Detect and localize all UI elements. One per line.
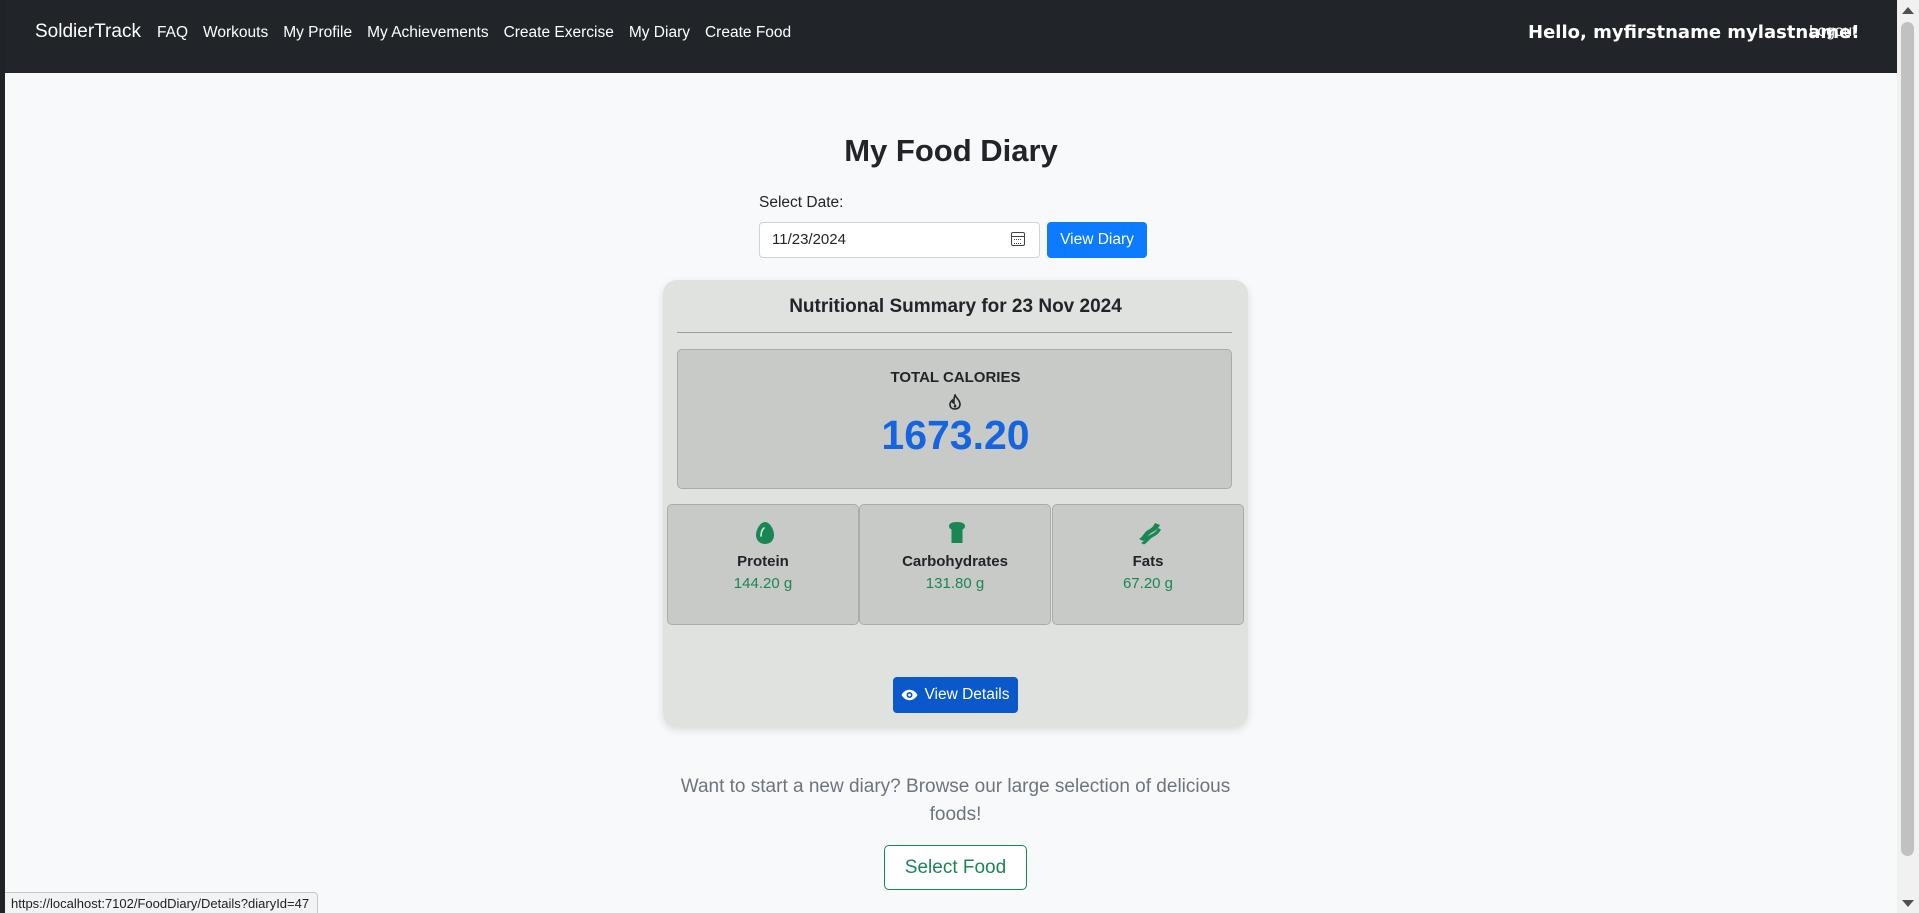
nav-links: FAQ Workouts My Profile My Achievements … — [157, 24, 806, 42]
macro-value: 131.80 g — [925, 575, 985, 592]
macro-name: Fats — [1132, 553, 1164, 570]
macro-value: 67.20 g — [1122, 575, 1174, 592]
macro-carbohydrates: Carbohydrates 131.80 g — [859, 504, 1051, 625]
navbar: SoldierTrack FAQ Workouts My Profile My … — [5, 0, 1897, 73]
macro-name: Protein — [737, 553, 789, 570]
select-food-button[interactable]: Select Food — [884, 845, 1027, 890]
fire-icon — [949, 394, 961, 410]
macro-protein: Protein 144.20 g — [667, 504, 859, 625]
view-details-button[interactable]: View Details — [893, 677, 1018, 713]
eye-icon — [901, 689, 918, 701]
divider — [677, 332, 1232, 333]
date-label: Select Date: — [759, 194, 844, 211]
summary-title: Nutritional Summary for 23 Nov 2024 — [789, 296, 1122, 317]
macro-fats: Fats 67.20 g — [1052, 504, 1244, 625]
logout-link[interactable]: Logout — [1809, 23, 1856, 41]
view-diary-button[interactable]: View Diary — [1047, 222, 1147, 258]
nav-link-workouts[interactable]: Workouts — [203, 24, 268, 42]
bacon-icon — [1139, 523, 1161, 545]
date-input[interactable]: 11/23/2024 — [759, 222, 1040, 258]
status-bar-url: https://localhost:7102/FoodDiary/Details… — [5, 892, 319, 913]
page-title: My Food Diary — [844, 133, 1058, 168]
nav-link-create-food[interactable]: Create Food — [705, 24, 791, 42]
macro-value: 144.20 g — [733, 575, 793, 592]
total-calories-label: TOTAL CALORIES — [890, 369, 1021, 386]
view-details-label: View Details — [924, 686, 1010, 703]
total-calories-box: TOTAL CALORIES 1673.20 — [677, 349, 1232, 489]
macro-name: Carbohydrates — [902, 553, 1008, 570]
brand-logo-link[interactable]: SoldierTrack — [35, 21, 141, 43]
bread-icon — [949, 522, 965, 543]
browser-viewport: SoldierTrack FAQ Workouts My Profile My … — [5, 0, 1897, 913]
egg-icon — [756, 522, 774, 544]
nav-link-my-diary[interactable]: My Diary — [629, 24, 690, 42]
nav-link-my-profile[interactable]: My Profile — [283, 24, 352, 42]
scroll-up-arrow-icon[interactable] — [1902, 7, 1914, 14]
nutritional-summary-card: Nutritional Summary for 23 Nov 2024 TOTA… — [663, 280, 1248, 727]
scroll-down-arrow-icon[interactable] — [1902, 900, 1914, 907]
nav-link-create-exercise[interactable]: Create Exercise — [504, 24, 614, 42]
scrollbar-thumb[interactable] — [1901, 22, 1914, 856]
total-calories-value: 1673.20 — [881, 412, 1030, 458]
scrollbar[interactable] — [1897, 0, 1919, 913]
nav-link-faq[interactable]: FAQ — [157, 24, 188, 42]
new-diary-prompt: Want to start a new diary? Browse our la… — [680, 776, 1231, 825]
calendar-icon[interactable] — [1011, 232, 1025, 246]
nav-link-my-achievements[interactable]: My Achievements — [367, 24, 488, 42]
